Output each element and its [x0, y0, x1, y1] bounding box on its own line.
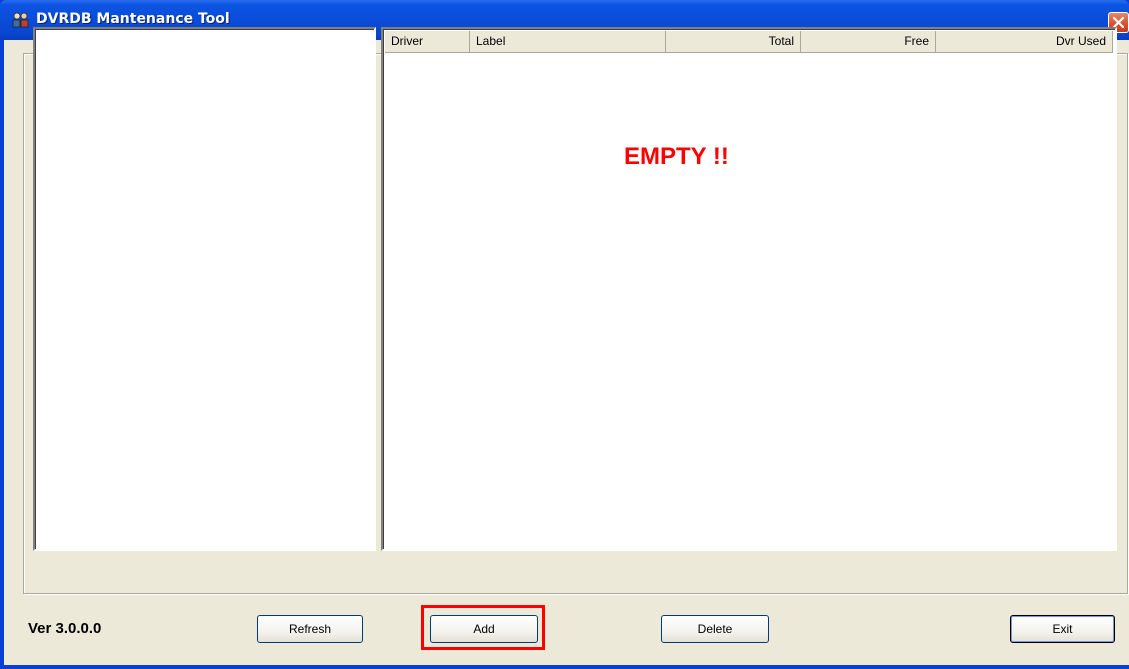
add-button-highlight — [421, 605, 545, 650]
window-title: DVRDB Mantenance Tool — [36, 11, 230, 27]
column-header-total[interactable]: Total — [666, 31, 801, 53]
app-window: DVRDB Mantenance Tool Driver Label Total… — [0, 0, 1129, 669]
drive-list-view[interactable]: Driver Label Total Free Dvr Used — [381, 27, 1117, 551]
delete-button[interactable]: Delete — [661, 615, 769, 643]
exit-button[interactable]: Exit — [1010, 615, 1115, 643]
column-header-label[interactable]: Label — [470, 31, 666, 53]
window-bottom-border — [0, 665, 1129, 669]
list-header: Driver Label Total Free Dvr Used — [385, 31, 1113, 53]
empty-annotation: EMPTY !! — [624, 143, 729, 170]
column-header-free[interactable]: Free — [801, 31, 936, 53]
app-icon — [12, 12, 29, 28]
column-header-driver[interactable]: Driver — [385, 31, 470, 53]
refresh-button[interactable]: Refresh — [257, 615, 363, 643]
column-header-dvr-used[interactable]: Dvr Used — [936, 31, 1113, 53]
version-label: Ver 3.0.0.0 — [28, 620, 102, 637]
drive-tree-view[interactable] — [33, 27, 376, 551]
